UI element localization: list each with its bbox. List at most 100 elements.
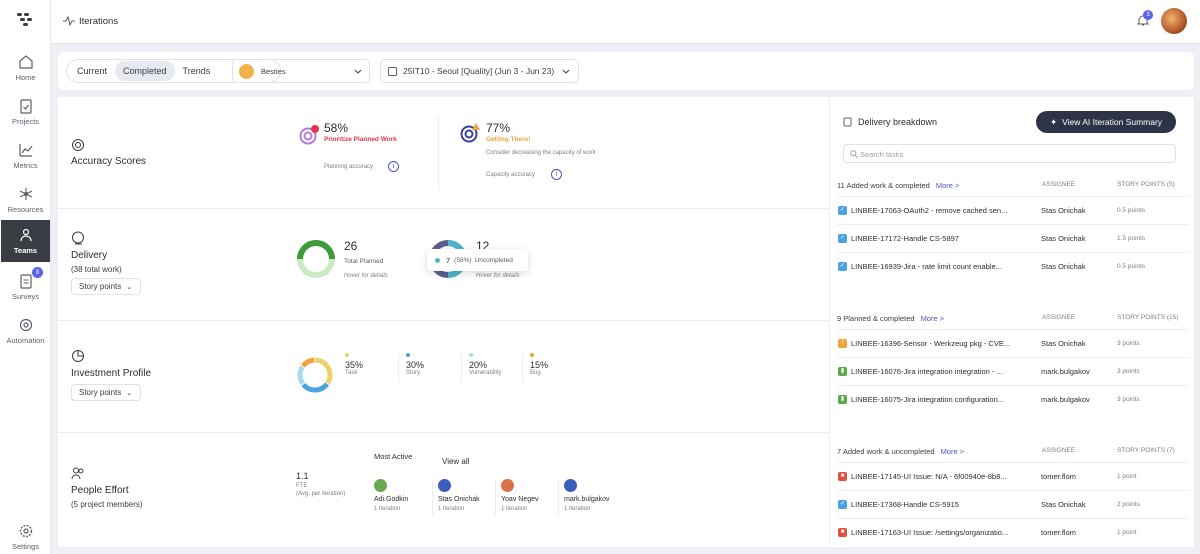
more-link[interactable]: More > [921, 314, 945, 323]
sidebar-item-settings[interactable]: Settings [0, 520, 51, 554]
investment-item-2: 20% Vulnerability [469, 353, 501, 376]
task-points: 3 points [1117, 340, 1140, 347]
team-icon [19, 228, 32, 242]
task-type-icon: ✓ [838, 234, 847, 243]
sidebar-item-projects[interactable]: Projects [0, 90, 51, 134]
team-select[interactable]: Besties [232, 59, 370, 83]
investment-item-0: 35% Task [345, 353, 363, 376]
calendar-icon [388, 67, 397, 76]
table-row[interactable]: ■ LINBEE-17163-UI Issue: /settings/organ… [837, 518, 1189, 546]
task-title[interactable]: LINBEE-16075-Jira integration configurat… [851, 395, 1031, 404]
sidebar-item-resources[interactable]: Resources [0, 178, 51, 222]
investment-section: Investment Profile Story points ⌄ 35% Tas… [58, 321, 829, 433]
task-title[interactable]: LINBEE-17368-Handle CS-5915 [851, 500, 1031, 509]
task-title[interactable]: LINBEE-16939-Jira - rate limit count ena… [851, 262, 1031, 271]
avatar[interactable] [1161, 8, 1187, 34]
sidebar-item-label: Surveys [11, 292, 40, 301]
planning-info-icon[interactable]: i [388, 161, 399, 172]
task-title[interactable]: LINBEE-17063-OAuth2 - remove cached sen.… [851, 206, 1031, 215]
table-row[interactable]: ✓ LINBEE-17063-OAuth2 - remove cached se… [837, 196, 1189, 224]
investment-donut[interactable] [296, 356, 334, 394]
table-row[interactable]: ▮ LINBEE-16076-Jira integration integrat… [837, 357, 1189, 385]
group-label: 11 Added work & completed [837, 181, 930, 190]
sidebar-item-teams[interactable]: Teams [1, 220, 50, 262]
tooltip-swatch [435, 257, 440, 263]
delivery-subtitle: (38 total work) [71, 265, 122, 274]
member-name: Yoav Negev [501, 496, 539, 503]
divider [495, 479, 496, 515]
ai-summary-button[interactable]: ✦ View AI Iteration Summary [1036, 111, 1176, 133]
member-card[interactable]: mark.bulgakov 1 iteration [564, 479, 624, 512]
people-section: People Effort (5 project members) 1.1 FT… [58, 433, 829, 547]
investment-pct: 30% [406, 360, 425, 370]
table-row[interactable]: ▮ LINBEE-16075-Jira integration configur… [837, 385, 1189, 413]
table-row[interactable]: ■ LINBEE-17145-UI Issue: N/A - 6f00940e-… [837, 462, 1189, 490]
planned-donut[interactable] [296, 239, 336, 279]
group-label: 7 Added work & uncompleted [837, 447, 935, 456]
points-header: STORY POINTS (5) [1117, 181, 1175, 188]
home-icon [18, 55, 33, 69]
task-title[interactable]: LINBEE-17163-UI Issue: /settings/organiz… [851, 528, 1031, 537]
gear-icon [19, 524, 32, 538]
automation-icon [19, 318, 32, 332]
iteration-select[interactable]: 25IT10 - Seoul [Quality] (Jun 3 - Jun 23… [380, 59, 579, 83]
investment-unit-select[interactable]: Story points ⌄ [71, 384, 141, 401]
planning-target-icon [299, 125, 319, 145]
task-title[interactable]: LINBEE-16076-Jira integration integratio… [851, 367, 1031, 376]
sidebar-item-automation[interactable]: Automation [0, 309, 51, 353]
bug-type-icon: ■ [838, 472, 847, 481]
legend-swatch [406, 353, 410, 357]
tab-completed[interactable]: Completed [115, 61, 175, 81]
divider [522, 353, 523, 383]
view-all-link[interactable]: View all [442, 457, 469, 466]
divider [432, 479, 433, 515]
avatar [374, 479, 387, 492]
task-type-icon: ✓ [838, 206, 847, 215]
sidebar-item-home[interactable]: Home [0, 46, 51, 90]
member-card[interactable]: Stas Onichak 1 iteration [438, 479, 498, 512]
member-card[interactable]: Yoav Negev 1 iteration [501, 479, 561, 512]
avatar [564, 479, 577, 492]
search-input[interactable]: Search tasks [843, 144, 1176, 163]
breakdown-title: Delivery breakdown [858, 117, 938, 127]
tab-current[interactable]: Current [69, 61, 115, 81]
capacity-note: Consider decreasing the capacity of work [486, 150, 596, 156]
table-row[interactable]: ✓ LINBEE-17368-Handle CS-5915 Stas Onich… [837, 490, 1189, 518]
table-row[interactable]: ✓ LINBEE-16939-Jira - rate limit count e… [837, 252, 1189, 280]
capacity-status: Getting There! [486, 136, 531, 143]
member-name: mark.bulgakov [564, 496, 610, 503]
sidebar-item-surveys[interactable]: Surveys 8 [0, 265, 51, 309]
more-link[interactable]: More > [941, 447, 965, 456]
investment-pct: 35% [345, 360, 364, 370]
investment-title: Investment Profile [71, 368, 152, 379]
table-row[interactable]: ! LINBEE-16396-Sensor - Werkzeug pkg - C… [837, 329, 1189, 357]
capacity-info-icon[interactable]: i [551, 169, 562, 180]
task-title[interactable]: LINBEE-17172-Handle CS-5897 [851, 234, 1031, 243]
member-card[interactable]: Adi.Godkin 1 iteration [374, 479, 434, 512]
tooltip-pct: (58%) [454, 256, 472, 264]
most-active-label: Most Active [374, 452, 413, 461]
tab-trends[interactable]: Trends [175, 61, 219, 81]
logo-icon[interactable] [17, 13, 33, 32]
divider [398, 353, 399, 383]
points-header: STORY POINTS (7) [1117, 447, 1175, 454]
task-points: 0.5 points [1117, 263, 1146, 270]
group-label: 9 Planned & completed [837, 314, 915, 323]
sidebar-item-label: Home [15, 73, 36, 82]
delivery-unit-select[interactable]: Story points ⌄ [71, 278, 141, 295]
capacity-accuracy-label: Capacity accuracy [486, 172, 536, 178]
table-row[interactable]: ✓ LINBEE-17172-Handle CS-5897 Stas Onich… [837, 224, 1189, 252]
investment-pct: 15% [530, 360, 549, 370]
task-title[interactable]: LINBEE-16396-Sensor - Werkzeug pkg - CVE… [851, 339, 1031, 348]
notifications-button[interactable]: 3 [1136, 10, 1153, 32]
avatar [501, 479, 514, 492]
more-link[interactable]: More > [936, 181, 960, 190]
story-type-icon: ▮ [838, 367, 847, 376]
people-icon [71, 467, 84, 480]
investment-item-3: 15% Bug [530, 353, 548, 376]
sidebar-item-metrics[interactable]: Metrics [0, 134, 51, 178]
task-title[interactable]: LINBEE-17145-UI Issue: N/A - 6f00940e-8b… [851, 472, 1031, 481]
investment-label: Story [406, 370, 421, 376]
chart-icon [18, 144, 32, 157]
ai-summary-label: View AI Iteration Summary [1062, 117, 1163, 127]
